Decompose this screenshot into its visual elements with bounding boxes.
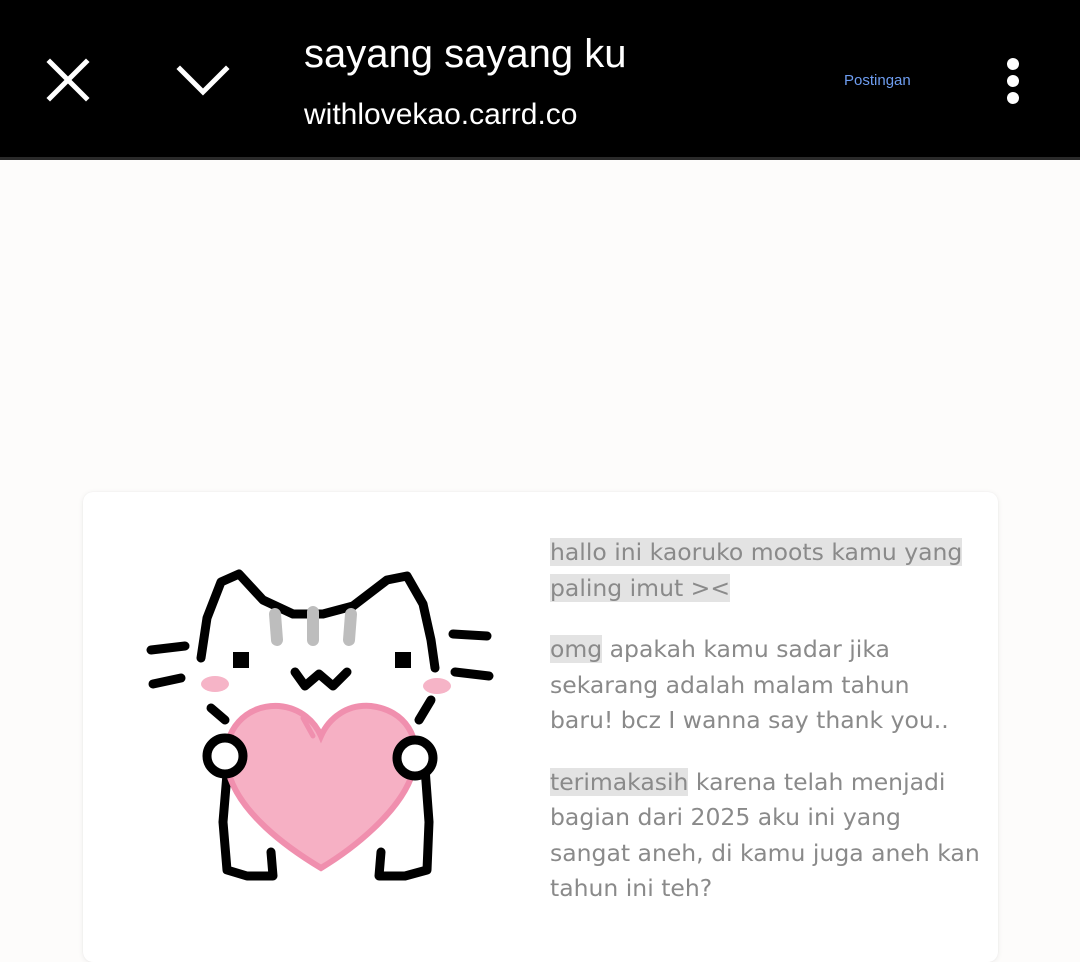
collapse-button[interactable] [172,52,234,108]
more-vertical-icon [1007,58,1019,104]
message-text: hallo ini kaoruko moots kamu yang paling… [550,535,980,933]
cat-heart-illustration [146,569,494,881]
chevron-down-icon [176,65,230,96]
message-paragraph-2: omg apakah kamu sadar jika sekarang adal… [550,632,980,739]
page-content: hallo ini kaoruko moots kamu yang paling… [0,160,1080,962]
postingan-link[interactable]: Postingan [844,71,911,91]
page-title: sayang sayang ku [304,32,627,76]
highlighted-text: hallo ini kaoruko moots kamu yang paling… [550,538,963,602]
paragraph-text: apakah kamu sadar jika sekarang adalah m… [550,635,949,734]
highlighted-text: terimakasih [550,767,689,796]
message-card: hallo ini kaoruko moots kamu yang paling… [83,492,998,962]
menu-button[interactable] [990,52,1036,110]
message-paragraph-1: hallo ini kaoruko moots kamu yang paling… [550,535,980,606]
message-paragraph-3: terimakasih karena telah menjadi bagian … [550,765,980,907]
page-url: withlovekao.carrd.co [304,98,578,131]
browser-top-bar: sayang sayang ku withlovekao.carrd.co Po… [0,0,1080,160]
close-button[interactable] [38,50,98,110]
highlighted-text: omg [550,635,603,663]
close-icon [46,58,90,102]
